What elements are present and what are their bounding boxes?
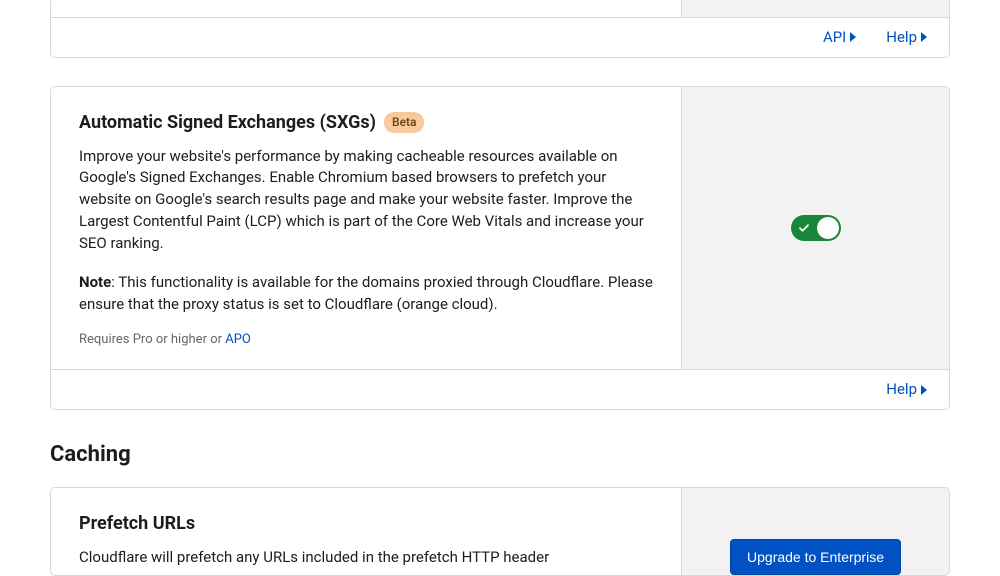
help-link-label: Help: [886, 378, 917, 401]
help-link[interactable]: Help: [886, 26, 927, 49]
sxg-note: Note: This functionality is available fo…: [79, 272, 653, 316]
caching-heading: Caching: [50, 438, 950, 471]
sxg-card: Automatic Signed Exchanges (SXGs) Beta I…: [50, 86, 950, 410]
beta-badge: Beta: [384, 112, 424, 133]
help-link[interactable]: Help: [886, 378, 927, 401]
check-icon: [798, 222, 810, 234]
card-footer: Help: [51, 369, 949, 409]
toggle-knob: [817, 217, 839, 239]
help-link-label: Help: [886, 26, 917, 49]
sxg-requires: Requires Pro or higher or APO: [79, 330, 653, 350]
note-text: : This functionality is available for th…: [79, 273, 653, 313]
note-label: Note: [79, 273, 111, 291]
sxg-toggle[interactable]: [791, 215, 841, 241]
caret-right-icon: [850, 32, 856, 42]
sxg-title: Automatic Signed Exchanges (SXGs): [79, 109, 376, 136]
card-footer: API Help: [51, 17, 949, 57]
upgrade-enterprise-button[interactable]: Upgrade to Enterprise: [730, 539, 901, 575]
prefetch-card: Prefetch URLs Cloudflare will prefetch a…: [50, 487, 950, 576]
card-partial-top: API Help: [50, 0, 950, 58]
prefetch-title: Prefetch URLs: [79, 510, 195, 537]
caret-right-icon: [921, 32, 927, 42]
requires-prefix: Requires Pro or higher or: [79, 332, 225, 347]
sxg-description: Improve your website's performance by ma…: [79, 146, 653, 255]
api-link-label: API: [823, 26, 846, 49]
caret-right-icon: [921, 385, 927, 395]
apo-link[interactable]: APO: [225, 332, 251, 347]
prefetch-description: Cloudflare will prefetch any URLs includ…: [79, 547, 653, 569]
api-link[interactable]: API: [823, 26, 856, 49]
